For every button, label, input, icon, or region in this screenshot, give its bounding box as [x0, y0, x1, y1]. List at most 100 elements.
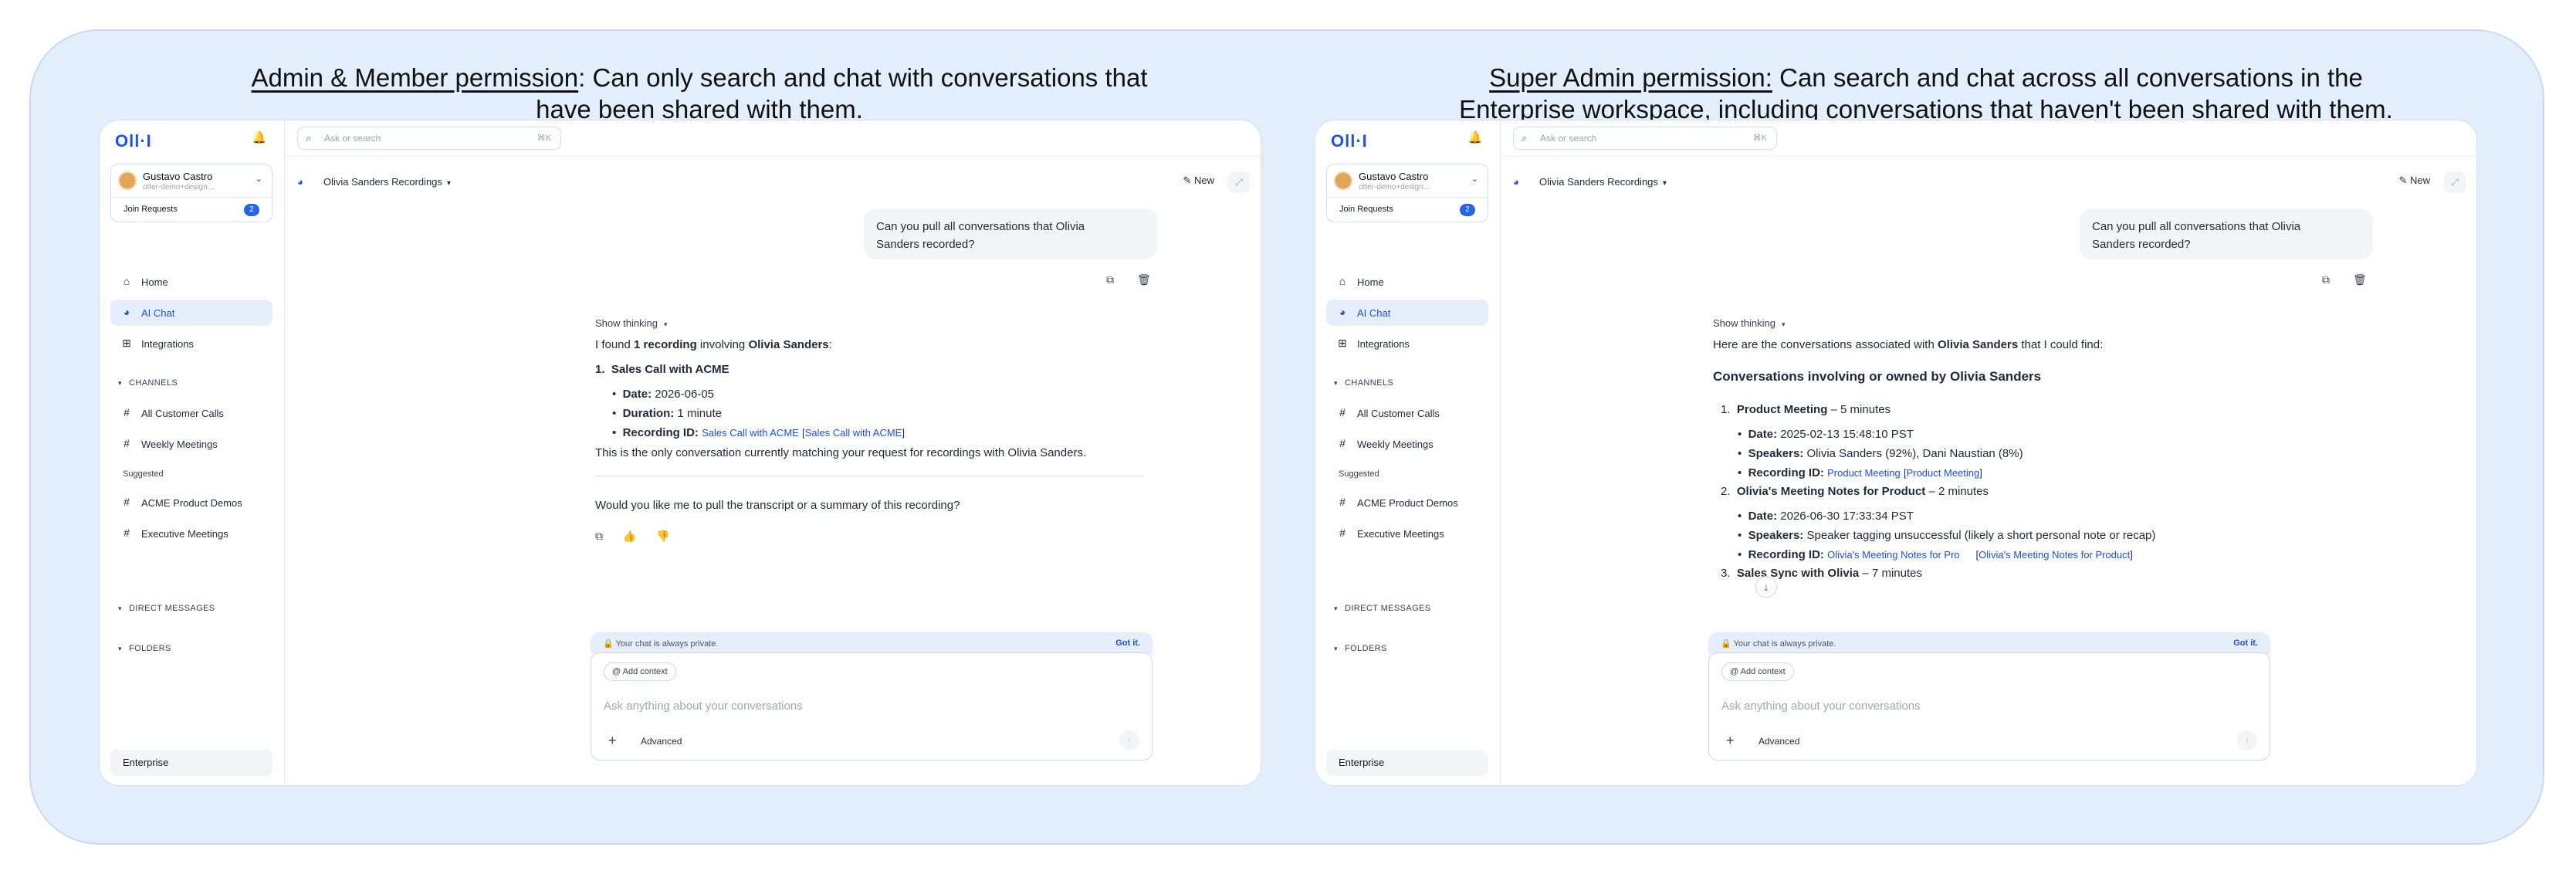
recording-link[interactable]: Olivia's Meeting Notes for Product [1979, 549, 2130, 561]
copy-icon[interactable]: ⧉ [1106, 273, 1114, 286]
sidebar: Oll·I 🔔 Gustavo Castro otter-demo+design… [1315, 120, 1501, 785]
user-message-line: Sanders recorded? [2092, 238, 2191, 251]
chat-title-dropdown[interactable]: ◕ Olivia Sanders Recordings ▾ [1513, 176, 1667, 190]
copy-icon[interactable]: ⧉ [2322, 273, 2330, 286]
folders-header[interactable]: ▾ FOLDERS [110, 644, 171, 653]
search-icon: ⌕ [1522, 132, 1528, 144]
direct-messages-header[interactable]: ▾ DIRECT MESSAGES [1326, 604, 1431, 613]
trash-icon[interactable]: 🗑 [2353, 273, 2367, 286]
nav-integrations[interactable]: ⊞ Integrations [110, 330, 272, 357]
super-admin-app-window: Oll·I 🔔 Gustavo Castro otter-demo+design… [1315, 120, 2477, 786]
channel-acme-product-demos[interactable]: # ACME Product Demos [110, 490, 272, 516]
enterprise-workspace[interactable]: Enterprise [110, 750, 272, 776]
send-button[interactable]: ↑ [2237, 730, 2257, 750]
chat-title-dropdown[interactable]: ◕ Olivia Sanders Recordings ▾ [297, 176, 451, 190]
scroll-down-button[interactable]: ↓ [1755, 576, 1777, 598]
recording-link[interactable]: Sales Call with ACME [702, 427, 799, 439]
recording-link[interactable]: Sales Call with ACME [805, 427, 902, 439]
recording-link[interactable]: Product Meeting [1907, 467, 1980, 479]
new-chat-label: New [2409, 174, 2430, 186]
nav-ai-chat[interactable]: ◕ AI Chat [110, 300, 272, 326]
thumbs-up-icon[interactable]: 👍 [623, 530, 636, 542]
hash-icon: # [1339, 406, 1346, 418]
chat-input[interactable]: Ask anything about your conversations [1721, 700, 1921, 713]
user-message-line: Can you pull all conversations that Oliv… [876, 220, 1085, 233]
nav-integrations-label: Integrations [141, 338, 194, 350]
ai-chat-icon: ◕ [123, 306, 130, 318]
show-thinking-toggle[interactable]: Show thinking ▾ [595, 317, 667, 329]
expand-icon[interactable]: ⤢ [1228, 171, 1250, 193]
channel-all-customer-calls[interactable]: # All Customer Calls [1326, 400, 1488, 426]
channel-label: Weekly Meetings [141, 439, 218, 450]
result-item-title: 1. Product Meeting – 5 minutes [1721, 403, 1891, 416]
result-item-title: 3. Sales Sync with Olivia – 7 minutes [1721, 567, 1922, 580]
channels-label: CHANNELS [1345, 378, 1394, 388]
show-thinking-toggle[interactable]: Show thinking ▾ [1713, 317, 1785, 329]
hash-icon: # [1339, 437, 1346, 449]
advanced-button[interactable]: Advanced [641, 736, 682, 747]
user-switcher[interactable]: Gustavo Castro otter-demo+design... ⌄ Jo… [1326, 164, 1488, 222]
result-date: • Date: 2026-06-30 17:33:34 PST [1738, 510, 1914, 523]
bell-icon[interactable]: 🔔 [251, 130, 268, 147]
user-switcher[interactable]: Gustavo Castro otter-demo+design... ⌄ Jo… [110, 164, 272, 222]
chat-input[interactable]: Ask anything about your conversations [604, 700, 803, 713]
chevron-down-icon: ▾ [1334, 605, 1338, 612]
nav-home[interactable]: ⌂ Home [110, 269, 272, 295]
thumbs-down-icon[interactable]: 👎 [656, 530, 669, 542]
nav-integrations[interactable]: ⊞ Integrations [1326, 330, 1488, 357]
plus-icon[interactable]: + [1726, 733, 1735, 749]
channels-header[interactable]: ▾ CHANNELS [110, 378, 178, 388]
channel-label: ACME Product Demos [1357, 497, 1458, 509]
privacy-banner: 🔒 Your chat is always private. Got it. [591, 632, 1153, 654]
advanced-button[interactable]: Advanced [1759, 736, 1799, 747]
channel-executive-meetings[interactable]: # Executive Meetings [110, 520, 272, 547]
channel-all-customer-calls[interactable]: # All Customer Calls [110, 400, 272, 426]
recording-link[interactable]: Product Meeting [1827, 467, 1901, 479]
bell-icon[interactable]: 🔔 [1467, 130, 1484, 147]
folders-header[interactable]: ▾ FOLDERS [1326, 644, 1387, 653]
suggested-label: Suggested [123, 469, 164, 479]
new-chat-button[interactable]: ✎ New [2398, 174, 2430, 187]
search-input[interactable]: ⌕ Ask or search ⌘K [297, 127, 561, 150]
enterprise-workspace[interactable]: Enterprise [1326, 750, 1488, 776]
join-requests-badge: 2 [1460, 204, 1475, 216]
nav-integrations-label: Integrations [1357, 338, 1410, 350]
chevron-down-icon: ▾ [446, 179, 451, 188]
copy-icon[interactable]: ⧉ [595, 530, 603, 542]
nav-home-label: Home [1357, 276, 1384, 288]
reply-actions: ⧉ 👍 👎 [595, 530, 670, 543]
trash-icon[interactable]: 🗑 [1137, 273, 1151, 286]
folders-label: FOLDERS [1345, 644, 1387, 653]
channels-header[interactable]: ▾ CHANNELS [1326, 378, 1393, 388]
channel-acme-product-demos[interactable]: # ACME Product Demos [1326, 490, 1488, 516]
admin-permission-label: Admin & Member permission [251, 63, 579, 92]
privacy-note: 🔒 Your chat is always private. [1721, 639, 1836, 649]
add-context-button[interactable]: @ Add context [1721, 662, 1794, 681]
plus-icon[interactable]: + [608, 733, 617, 749]
direct-messages-header[interactable]: ▾ DIRECT MESSAGES [110, 604, 215, 613]
user-email: otter-demo+design... [1359, 183, 1430, 191]
got-it-button[interactable]: Got it. [2233, 639, 2258, 648]
channel-weekly-meetings[interactable]: # Weekly Meetings [110, 431, 272, 457]
nav-home[interactable]: ⌂ Home [1326, 269, 1488, 295]
reply-section-title: Conversations involving or owned by Oliv… [1713, 369, 2042, 384]
channel-weekly-meetings[interactable]: # Weekly Meetings [1326, 431, 1488, 457]
hash-icon: # [124, 437, 130, 449]
join-requests[interactable]: Join Requests 2 [1327, 197, 1488, 222]
left-heading: Admin & Member permission: Can only sear… [0, 62, 1452, 125]
join-requests[interactable]: Join Requests 2 [111, 197, 272, 222]
new-chat-button[interactable]: ✎ New [1183, 174, 1214, 187]
channel-label: All Customer Calls [1357, 408, 1440, 419]
send-button[interactable]: ↑ [1119, 730, 1139, 750]
got-it-button[interactable]: Got it. [1115, 639, 1140, 648]
channel-executive-meetings[interactable]: # Executive Meetings [1326, 520, 1488, 547]
nav-ai-chat-label: AI Chat [141, 307, 175, 319]
add-context-button[interactable]: @ Add context [604, 662, 676, 681]
search-input[interactable]: ⌕ Ask or search ⌘K [1513, 127, 1777, 150]
recording-link[interactable]: Olivia's Meeting Notes for Pro [1827, 549, 1960, 561]
nav-home-label: Home [141, 276, 168, 288]
expand-icon[interactable]: ⤢ [2444, 171, 2466, 193]
channel-label: Executive Meetings [141, 528, 228, 540]
chevron-down-icon: ⌄ [1471, 174, 1478, 184]
nav-ai-chat[interactable]: ◕ AI Chat [1326, 300, 1488, 326]
